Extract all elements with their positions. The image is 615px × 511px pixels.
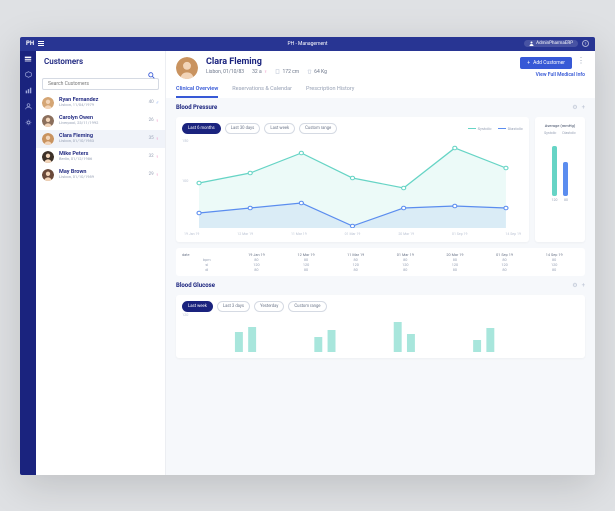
range-button[interactable]: Yesterday (254, 301, 284, 312)
bp-range-buttons: Last 6 months Last 30 daysLast week Custom… (182, 123, 337, 134)
patient-name: Clara Fleming (206, 57, 512, 67)
settings-chip-icon[interactable]: ⚙ (572, 104, 577, 111)
range-button[interactable]: Last 30 days (225, 123, 261, 134)
avatar (42, 169, 54, 181)
customer-sub: Lisbon, 11/04/1979 (59, 103, 144, 108)
range-button[interactable]: Last 3 days (217, 301, 250, 312)
bp-avg-title: Average (mmHg) (545, 123, 576, 128)
search-input[interactable] (42, 78, 159, 90)
patient-height: 172 cm (282, 69, 299, 75)
tab-clinical-overview[interactable]: Clinical Overview (176, 86, 218, 98)
rail-customers-icon[interactable] (24, 55, 32, 63)
settings-chip-icon[interactable]: ⚙ (572, 282, 577, 289)
glucose-bar-chart: 120 (182, 312, 579, 352)
customer-age: 35 (149, 136, 154, 141)
avatar (42, 115, 54, 127)
legend-swatch (468, 128, 476, 129)
bp-data-table: date19 Jan 1912 Mar 1911 Mar 1901 Mar 19… (176, 248, 585, 276)
patient-header: Clara Fleming Lisbon, 01/10/83 32 a♀ 172… (166, 51, 595, 98)
bp-line-chart: 150 100 (182, 138, 523, 228)
app-logo: PH (26, 40, 34, 47)
menu-icon[interactable] (38, 41, 44, 45)
rail-analytics-icon[interactable] (24, 87, 32, 95)
topbar: PH PH - Management AdminPharmaERP ? (20, 37, 595, 51)
gender-icon: ♀ (264, 69, 268, 75)
range-button[interactable]: Last week (182, 301, 213, 312)
customer-item[interactable]: Ryan FernandezLisbon, 11/04/197940♂ (36, 94, 165, 112)
customer-list: Ryan FernandezLisbon, 11/04/197940♂Carol… (36, 94, 165, 475)
range-button[interactable]: Custom range (299, 123, 337, 134)
user-icon (529, 41, 534, 46)
rail-settings-icon[interactable] (24, 119, 32, 127)
customer-sub: Lisbon, 01/10/1989 (59, 175, 144, 180)
nav-rail (20, 51, 36, 475)
patient-tabs: Clinical Overview Reservations & Calendar… (176, 86, 585, 98)
window-title: PH - Management (287, 41, 327, 47)
range-button[interactable]: Custom range (288, 301, 326, 312)
user-badge[interactable]: AdminPharmaERP (524, 40, 578, 47)
main-panel: Clara Fleming Lisbon, 01/10/83 32 a♀ 172… (166, 51, 595, 475)
add-chip-icon[interactable]: + (582, 104, 585, 111)
bp-x-labels: 19 Jan 1912 Mar 1911 Mar 1901 Mar 1920 M… (182, 232, 523, 236)
glucose-section-title: Blood Glucose (176, 282, 215, 289)
customer-sub: Liverpool, 23/11/1992 (59, 121, 144, 126)
patient-age: 32 a (252, 69, 262, 75)
rail-user-icon[interactable] (24, 103, 32, 111)
weight-icon (307, 69, 312, 74)
gender-icon: ♀ (156, 118, 159, 124)
customer-age: 32 (149, 154, 154, 159)
customer-item[interactable]: Carolyn OwenLiverpool, 23/11/199226♀ (36, 112, 165, 130)
avatar (42, 133, 54, 145)
plus-icon: + (527, 60, 530, 66)
customer-sub: Lisbon, 01/10/1983 (59, 139, 144, 144)
ruler-icon (275, 69, 280, 74)
view-medical-link[interactable]: View Full Medical Info (536, 72, 585, 78)
add-customer-button[interactable]: +Add Customer (520, 57, 572, 69)
rail-box-icon[interactable] (24, 71, 32, 79)
tab-prescription-history[interactable]: Prescription History (306, 86, 354, 98)
customer-item[interactable]: May BrownLisbon, 01/10/198929♀ (36, 166, 165, 184)
range-button[interactable]: Last week (264, 123, 295, 134)
help-icon[interactable]: ? (582, 40, 589, 47)
customer-item[interactable]: Mike PetersBerlin, 01/12/198632♀ (36, 148, 165, 166)
customer-age: 29 (149, 172, 154, 177)
customer-sidebar: Customers Ryan FernandezLisbon, 11/04/19… (36, 51, 166, 475)
tab-reservations-calendar[interactable]: Reservations & Calendar (232, 86, 292, 98)
bp-average-card: Average (mmHg) SystolicDiastolic 120 80 (535, 117, 585, 242)
gender-icon: ♀ (156, 154, 159, 160)
customer-age: 26 (149, 118, 154, 123)
avg-systolic-bar (552, 146, 557, 196)
sidebar-title: Customers (36, 51, 165, 70)
app-window: PH PH - Management AdminPharmaERP ? Cust… (20, 37, 595, 475)
gender-icon: ♂ (156, 100, 159, 106)
bp-chart-card: Last 6 months Last 30 daysLast week Custom… (176, 117, 529, 242)
customer-item[interactable]: Clara FlemingLisbon, 01/10/198335♀ (36, 130, 165, 148)
bp-section-title: Blood Pressure (176, 104, 217, 111)
gender-icon: ♀ (156, 136, 159, 142)
glucose-card: Last week Last 3 days Yesterday Custom rang… (176, 295, 585, 358)
search-icon (148, 72, 155, 79)
patient-avatar (176, 57, 198, 79)
customer-sub: Berlin, 01/12/1986 (59, 157, 144, 162)
patient-weight: 64 Kg (314, 69, 327, 75)
glucose-range-buttons: Last week Last 3 days Yesterday Custom rang… (182, 301, 579, 312)
more-icon[interactable]: ⋮ (577, 59, 585, 66)
avg-diastolic-bar (563, 162, 568, 196)
user-name: AdminPharmaERP (536, 41, 573, 46)
avatar (42, 151, 54, 163)
gender-icon: ♀ (156, 172, 159, 178)
legend-swatch (498, 128, 506, 129)
customer-age: 40 (149, 100, 154, 105)
avatar (42, 97, 54, 109)
patient-sub: Lisbon, 01/10/83 (206, 69, 244, 75)
add-chip-icon[interactable]: + (582, 282, 585, 289)
range-button[interactable]: Last 6 months (182, 123, 221, 134)
